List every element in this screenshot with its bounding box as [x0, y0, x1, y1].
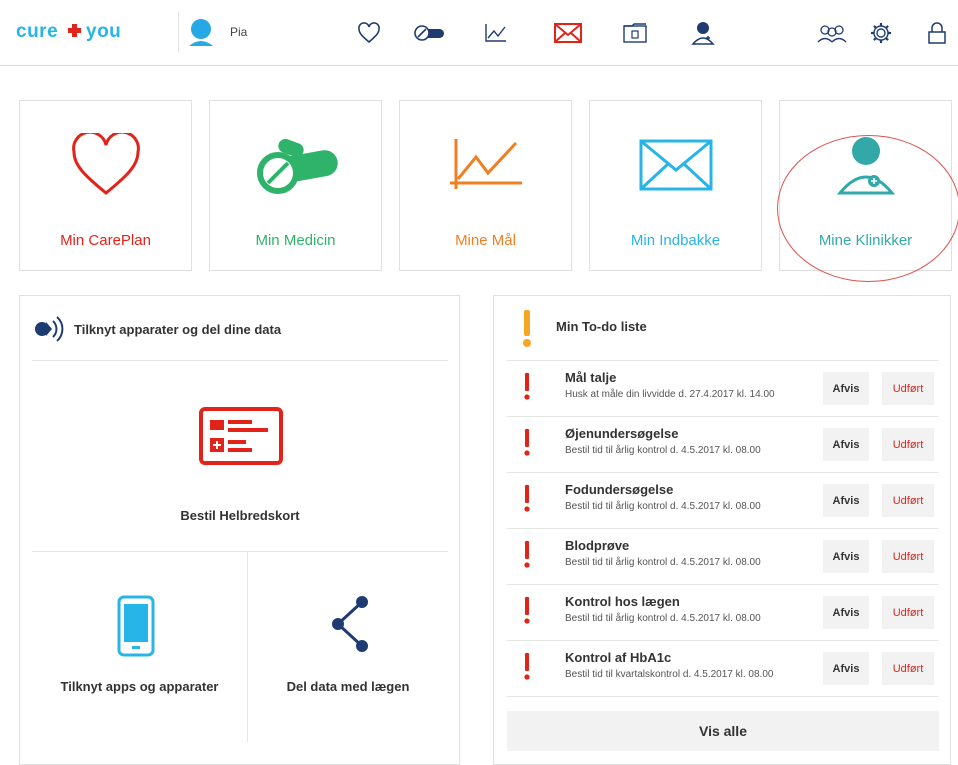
chart-icon[interactable] [478, 18, 512, 48]
header-divider [178, 12, 179, 52]
lock-icon[interactable] [920, 18, 954, 48]
todo-item-subtitle: Husk at måle din livvidde d. 27.4.2017 k… [565, 389, 775, 400]
connect-apps-button[interactable]: Tilknyt apps og apparater [32, 552, 247, 742]
todo-item-title: Kontrol hos lægen [565, 594, 680, 609]
dismiss-button[interactable]: Afvis [823, 596, 869, 629]
todo-panel: Min To-do liste Mål talje Husk at måle di… [493, 295, 951, 765]
tile-medicin[interactable]: Min Medicin [209, 100, 382, 271]
exclamation-icon [524, 653, 530, 680]
todo-item[interactable]: Øjenundersøgelse Bestil tid til årlig kon… [507, 417, 939, 473]
todo-item-subtitle: Bestil tid til årlig kontrol d. 4.5.2017… [565, 501, 761, 512]
todo-title: Min To-do liste [556, 319, 647, 334]
todo-item-subtitle: Bestil tid til årlig kontrol d. 4.5.2017… [565, 557, 761, 568]
speaker-icon [35, 316, 64, 342]
tile-label: Min Indbakke [630, 232, 721, 249]
todo-item-title: Mål talje [565, 370, 617, 385]
phone-icon [117, 595, 155, 657]
share-data-label: Del data med lægen [286, 679, 410, 694]
todo-item-title: Blodprøve [565, 538, 630, 553]
tile-label: Mine Klinikker [818, 232, 913, 249]
tile-label: Mine Mål [455, 232, 516, 249]
todo-item-subtitle: Bestil tid til kvartalskontrol d. 4.5.20… [565, 669, 774, 680]
gear-icon[interactable] [864, 18, 898, 48]
todo-item[interactable]: Kontrol af HbA1c Bestil tid til kvartalsk… [507, 641, 939, 697]
dismiss-button[interactable]: Afvis [823, 652, 869, 685]
devices-panel: Tilknyt apparater og del dine data Besti… [19, 295, 460, 765]
done-button[interactable]: Udført [882, 596, 934, 629]
folder-icon[interactable] [618, 18, 652, 48]
tile-careplan[interactable]: Min CarePlan [19, 100, 192, 271]
dismiss-button[interactable]: Afvis [823, 484, 869, 517]
pills-icon[interactable] [412, 18, 446, 48]
done-button[interactable]: Udført [882, 652, 934, 685]
exclamation-icon [524, 597, 530, 624]
share-icon [332, 596, 368, 652]
top-header: cure you Pia [0, 0, 958, 66]
todo-item[interactable]: Mål talje Husk at måle din livvidde d. 27… [507, 361, 939, 417]
dismiss-button[interactable]: Afvis [823, 372, 869, 405]
exclamation-icon [524, 485, 530, 512]
tile-maal[interactable]: Mine Mål [399, 100, 572, 271]
see-all-button[interactable]: Vis alle [507, 711, 939, 751]
pills-icon [256, 138, 338, 194]
mail-icon[interactable] [551, 18, 585, 48]
todo-item-title: Kontrol af HbA1c [565, 650, 672, 665]
exclamation-icon [524, 429, 530, 456]
chart-icon [449, 139, 522, 189]
connect-apps-label: Tilknyt apps og apparater [60, 679, 219, 694]
todo-item-title: Øjenundersøgelse [565, 426, 679, 441]
todo-item-subtitle: Bestil tid til årlig kontrol d. 4.5.2017… [565, 445, 761, 456]
devices-title: Tilknyt apparater og del dine data [74, 321, 282, 337]
todo-item[interactable]: Kontrol hos lægen Bestil tid til årlig ko… [507, 585, 939, 641]
exclamation-icon [523, 310, 531, 347]
cure4you-logo[interactable]: cure you [16, 20, 161, 42]
done-button[interactable]: Udført [882, 372, 934, 405]
done-button[interactable]: Udført [882, 484, 934, 517]
tile-label: Min Medicin [255, 232, 336, 249]
exclamation-icon [524, 541, 530, 568]
clinic-icon[interactable] [686, 18, 720, 48]
todo-item[interactable]: Fodundersøgelse Bestil tid til årlig kont… [507, 473, 939, 529]
mail-icon [639, 139, 712, 191]
tile-indbakke[interactable]: Min Indbakke [589, 100, 762, 271]
health-card-icon [199, 407, 283, 465]
share-data-button[interactable]: Del data med lægen [248, 552, 448, 742]
dismiss-button[interactable]: Afvis [823, 540, 869, 573]
health-card-button[interactable]: Bestil Helbredskort [32, 361, 448, 551]
user-name[interactable]: Pia [230, 25, 247, 39]
svg-text:cure: cure [16, 21, 58, 42]
svg-text:you: you [86, 21, 121, 42]
heart-icon [71, 133, 140, 195]
exclamation-icon [524, 373, 530, 400]
done-button[interactable]: Udført [882, 428, 934, 461]
todo-item[interactable]: Blodprøve Bestil tid til årlig kontrol d.… [507, 529, 939, 585]
tile-label: Min CarePlan [60, 232, 151, 249]
tile-klinikker[interactable]: Mine Klinikker [779, 100, 952, 271]
todo-item-title: Fodundersøgelse [565, 482, 674, 497]
avatar[interactable] [187, 18, 215, 46]
health-card-label: Bestil Helbredskort [180, 508, 300, 523]
group-icon[interactable] [815, 18, 849, 48]
todo-item-subtitle: Bestil tid til årlig kontrol d. 4.5.2017… [565, 613, 761, 624]
dismiss-button[interactable]: Afvis [823, 428, 869, 461]
devices-header: Tilknyt apparater og del dine data [32, 312, 281, 346]
clinic-icon [836, 137, 895, 195]
heart-icon[interactable] [352, 18, 386, 48]
done-button[interactable]: Udført [882, 540, 934, 573]
